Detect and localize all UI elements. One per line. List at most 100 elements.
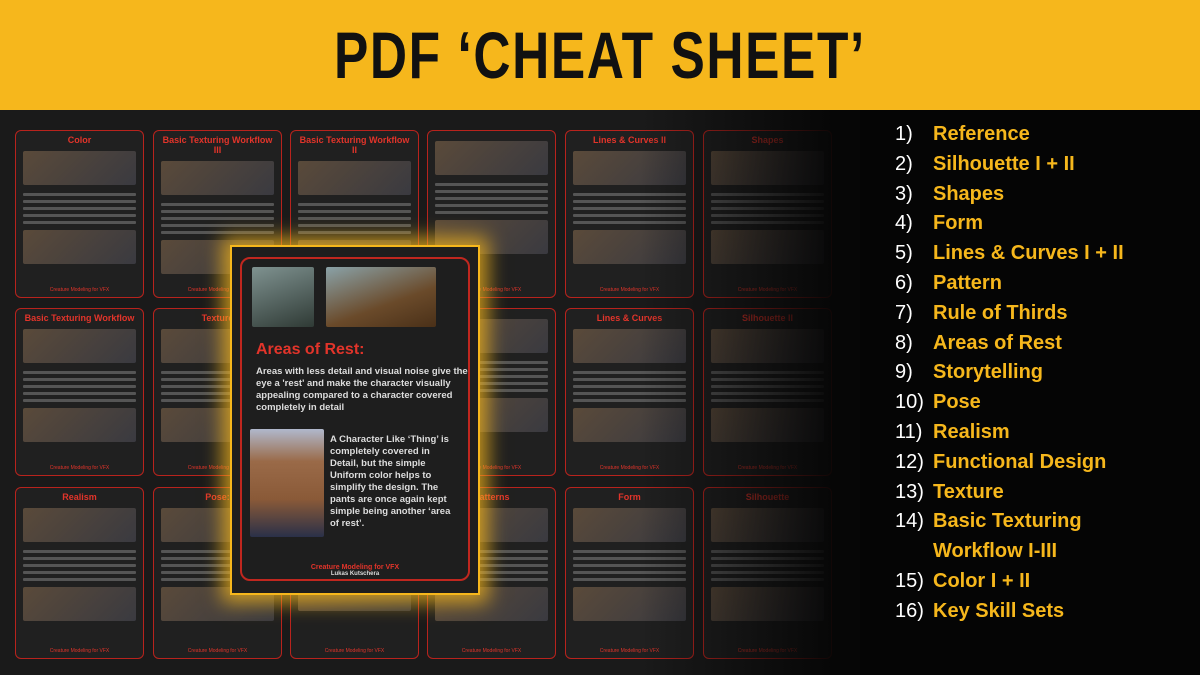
list-number: 16) [895, 599, 924, 622]
list-item: 8) Areas of Rest [895, 329, 1124, 359]
thumbnail-image [23, 230, 136, 264]
text-line [298, 224, 411, 227]
featured-page-areas-of-rest: Areas of Rest: Areas with less detail an… [230, 245, 480, 595]
list-label: Pattern [933, 271, 1002, 294]
list-number: 12) [895, 450, 924, 473]
thumbnail-image [23, 329, 136, 363]
thumbnail-page: Basic Texturing Workflow Creature Modelin… [15, 308, 144, 476]
list-item: 11) Realism [895, 418, 1124, 448]
list-item: 1) Reference [895, 120, 1124, 150]
list-item: 7) Rule of Thirds [895, 299, 1124, 329]
text-line [23, 221, 136, 224]
list-item: 5) Lines & Curves I + II [895, 239, 1124, 269]
text-line [161, 203, 274, 206]
list-label: Reference [933, 123, 1030, 145]
list-item: 16) Key Skill Sets [895, 597, 1124, 627]
list-label: Basic Texturing Workflow I-III [933, 510, 1082, 563]
thumbnail-title: Basic Texturing Workflow II [299, 135, 410, 155]
text-line [23, 399, 136, 402]
text-line [23, 371, 136, 374]
contents-list: 1) Reference 2) Silhouette I + II 3) Shapes 4)… [895, 120, 1124, 627]
text-line [23, 578, 136, 581]
list-number: 5) [895, 242, 913, 265]
list-item: 3) Shapes [895, 180, 1124, 210]
thing-character-image [250, 429, 324, 537]
text-line [23, 193, 136, 196]
text-line [298, 231, 411, 234]
text-line [23, 557, 136, 560]
text-line [23, 550, 136, 553]
text-line [23, 385, 136, 388]
thumbnail-image [435, 141, 548, 175]
list-number: 10) [895, 391, 924, 414]
list-number: 3) [895, 182, 913, 205]
list-number: 13) [895, 480, 924, 503]
list-item: 10) Pose [895, 388, 1124, 418]
thumbnail-title: Color [67, 135, 92, 145]
list-number: 1) [895, 123, 913, 145]
featured-text-1: Areas with less detail and visual noise … [256, 366, 468, 413]
list-number: 2) [895, 152, 913, 175]
thumbnail-page: Color Creature Modeling for VFX [15, 130, 144, 298]
header-banner: PDF ‘CHEAT SHEET’ [0, 0, 1200, 110]
text-line [23, 378, 136, 381]
thumbnail-footer: Creature Modeling for VFX [49, 287, 110, 293]
list-item: 6) Pattern [895, 269, 1124, 299]
text-line [435, 183, 548, 186]
list-label: Areas of Rest [933, 331, 1062, 354]
list-item: 2) Silhouette I + II [895, 150, 1124, 180]
thumbnail-footer: Creature Modeling for VFX [324, 648, 385, 654]
list-label: Color I + II [933, 569, 1031, 592]
list-number: 11) [895, 420, 923, 443]
thumbnail-footer: Creature Modeling for VFX [49, 648, 110, 654]
text-line [298, 210, 411, 213]
thumbnail-footer: Creature Modeling for VFX [49, 465, 110, 471]
featured-text-2: A Character Like ‘Thing’ is completely c… [330, 434, 451, 529]
text-line [23, 207, 136, 210]
text-line [435, 190, 548, 193]
list-label: Storytelling [933, 361, 1044, 384]
footer-title: Creature Modeling for VFX [310, 564, 400, 571]
list-label: Rule of Thirds [933, 301, 1068, 324]
text-line [435, 211, 548, 214]
list-item: 15) Color I + II [895, 567, 1124, 597]
thumbnail-image [23, 408, 136, 442]
text-line [161, 224, 274, 227]
thumbnail-page: Realism Creature Modeling for VFX [15, 487, 144, 659]
featured-footer: Creature Modeling for VFX Lukas Kutscher… [242, 564, 468, 577]
text-line [23, 392, 136, 395]
text-line [161, 217, 274, 220]
text-line [161, 210, 274, 213]
featured-heading: Areas of Rest: [256, 341, 365, 358]
list-label: Shapes [933, 182, 1005, 205]
groot-face-image [326, 267, 436, 327]
list-number: 6) [895, 271, 913, 294]
thumbnail-image [23, 508, 136, 542]
page-title: PDF ‘CHEAT SHEET’ [334, 18, 866, 92]
thumbnail-image [298, 161, 411, 195]
text-line [23, 214, 136, 217]
thumbnail-footer: Creature Modeling for VFX [187, 648, 248, 654]
text-line [161, 231, 274, 234]
list-item: 9) Storytelling [895, 358, 1124, 388]
list-label: Realism [933, 420, 1010, 443]
text-line [23, 200, 136, 203]
list-number: 14) [895, 510, 924, 533]
text-line [435, 204, 548, 207]
list-number: 15) [895, 569, 924, 592]
list-label: Functional Design [933, 450, 1107, 473]
list-number: 4) [895, 212, 913, 235]
thumbnail-image [23, 151, 136, 185]
text-line [298, 217, 411, 220]
list-label: Lines & Curves I + II [933, 242, 1124, 265]
thumbnail-title: Realism [62, 492, 97, 502]
thumbnail-title: Basic Texturing Workflow [24, 313, 135, 323]
list-number: 7) [895, 301, 913, 324]
list-number: 8) [895, 331, 913, 354]
list-item: 14) Basic Texturing Workflow I-III [895, 507, 1124, 567]
text-line [23, 564, 136, 567]
thumbnail-footer: Creature Modeling for VFX [461, 648, 522, 654]
list-item: 4) Form [895, 209, 1124, 239]
list-label: Pose [933, 391, 981, 414]
thumbnail-image [161, 161, 274, 195]
